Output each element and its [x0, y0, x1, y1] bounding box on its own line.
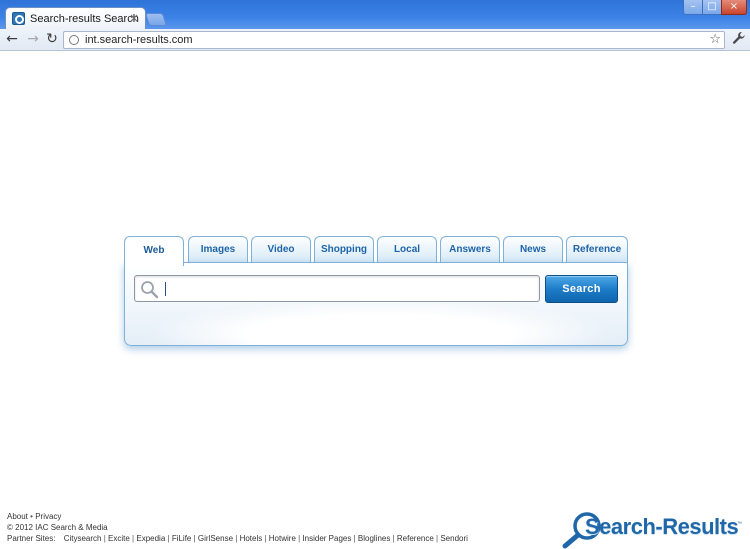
browser-tab[interactable]: Search-results Search ×	[5, 7, 146, 29]
partner-link-filife[interactable]: FiLife	[172, 534, 192, 543]
search-tabs: Web Images Video Shopping Local Answers …	[124, 236, 628, 266]
partner-link-citysearch[interactable]: Citysearch	[64, 534, 102, 543]
search-results-logo[interactable]: Search-Results ™	[561, 511, 743, 549]
partner-link-hotels[interactable]: Hotels	[240, 534, 263, 543]
partner-link-hotwire[interactable]: Hotwire	[269, 534, 296, 543]
partner-link-insider-pages[interactable]: Insider Pages	[302, 534, 351, 543]
forward-arrow-icon[interactable]: →	[25, 31, 41, 47]
close-window-button[interactable]: ×	[721, 0, 747, 15]
site-favicon-icon	[12, 12, 25, 25]
tab-close-icon[interactable]: ×	[129, 11, 139, 25]
new-tab-button[interactable]	[144, 13, 168, 26]
search-box[interactable]	[134, 275, 540, 302]
search-button[interactable]: Search	[545, 275, 618, 303]
partner-link-sendori[interactable]: Sendori	[440, 534, 468, 543]
magnifier-icon	[141, 281, 159, 299]
footer-bullet: •	[30, 512, 33, 521]
tab-shopping[interactable]: Shopping	[314, 236, 374, 264]
back-arrow-icon[interactable]: ←	[4, 31, 20, 47]
tab-title: Search-results Search	[30, 13, 139, 25]
tab-answers[interactable]: Answers	[440, 236, 500, 264]
logo-trademark: ™	[737, 521, 742, 527]
page-footer: About • Privacy © 2012 IAC Search & Medi…	[7, 511, 468, 544]
tab-local[interactable]: Local	[377, 236, 437, 264]
tab-images[interactable]: Images	[188, 236, 248, 264]
page-globe-icon	[69, 35, 79, 45]
address-bar[interactable]: int.search-results.com ☆	[63, 31, 725, 49]
tab-video[interactable]: Video	[251, 236, 311, 264]
tab-news[interactable]: News	[503, 236, 563, 264]
url-text[interactable]: int.search-results.com	[85, 34, 193, 46]
partner-link-reference[interactable]: Reference	[397, 534, 434, 543]
partner-link-girlsense[interactable]: GirlSense	[198, 534, 233, 543]
partner-link-expedia[interactable]: Expedia	[136, 534, 165, 543]
minimize-button[interactable]: –	[683, 0, 703, 15]
footer-links: About • Privacy	[7, 511, 468, 522]
privacy-link[interactable]: Privacy	[35, 512, 61, 521]
partner-sites: Partner Sites: Citysearch | Excite | Exp…	[7, 534, 468, 543]
browser-toolbar: ← → ↻ int.search-results.com ☆	[0, 29, 750, 51]
search-input[interactable]	[163, 277, 535, 300]
wrench-menu-icon[interactable]	[731, 31, 747, 47]
copyright: © 2012 IAC Search & Media	[7, 523, 108, 532]
logo-text: Search-Results	[585, 514, 739, 539]
reload-icon[interactable]: ↻	[44, 31, 60, 47]
bookmark-star-icon[interactable]: ☆	[709, 32, 721, 48]
partner-link-excite[interactable]: Excite	[108, 534, 130, 543]
panel-swoosh-decoration	[145, 299, 615, 345]
tab-reference[interactable]: Reference	[566, 236, 628, 264]
browser-titlebar: Search-results Search × – □ ×	[0, 0, 750, 29]
tab-web[interactable]: Web	[124, 236, 184, 266]
search-widget: Web Images Video Shopping Local Answers …	[124, 236, 628, 348]
partner-sites-label: Partner Sites:	[7, 534, 56, 543]
about-link[interactable]: About	[7, 512, 28, 521]
wrench-icon	[732, 32, 745, 44]
partner-link-bloglines[interactable]: Bloglines	[358, 534, 390, 543]
maximize-button[interactable]: □	[702, 0, 722, 15]
search-panel: Search	[124, 262, 628, 346]
